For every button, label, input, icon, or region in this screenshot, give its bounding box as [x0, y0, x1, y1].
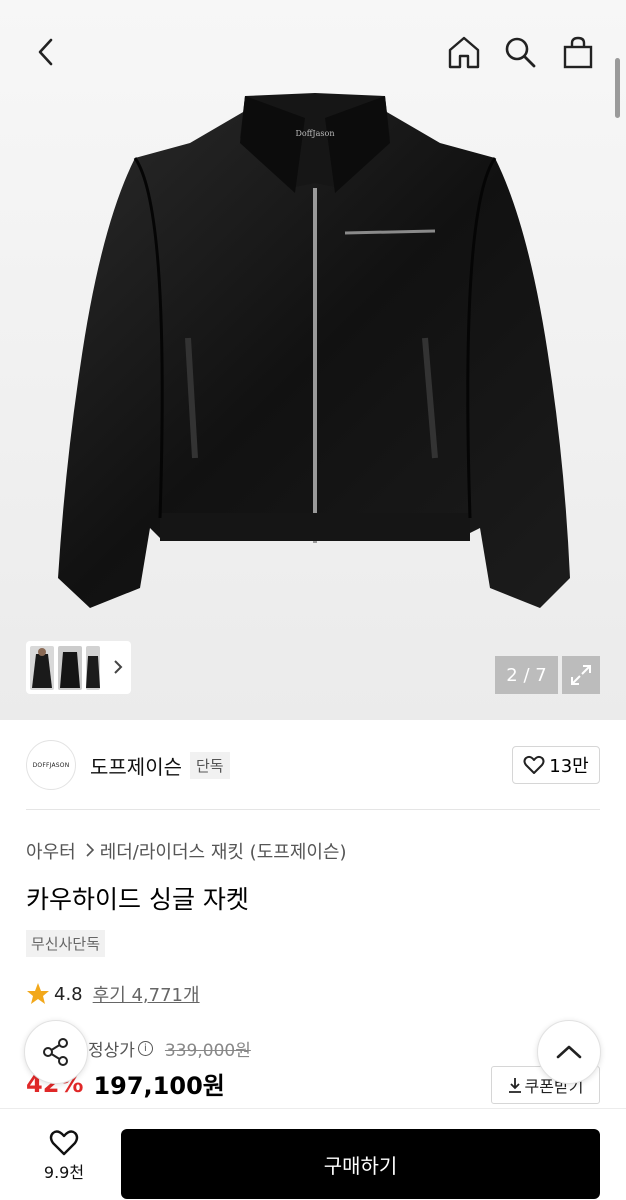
back-icon[interactable] — [28, 34, 64, 70]
rating-score: 4.8 — [54, 983, 83, 1005]
chevron-right-icon — [86, 841, 94, 862]
chevron-right-icon[interactable] — [113, 659, 123, 679]
thumbnail[interactable] — [30, 645, 54, 690]
breadcrumb-category[interactable]: 아우터 — [26, 838, 76, 864]
breadcrumb: 아우터 레더/라이더스 재킷 (도프제이슨) — [26, 838, 347, 864]
breadcrumb-subcategory[interactable]: 레더/라이더스 재킷 (도프제이슨) — [100, 838, 347, 864]
wishlist-button[interactable]: 9.9천 — [24, 1129, 104, 1189]
info-icon[interactable]: i — [137, 1041, 153, 1056]
heart-icon — [49, 1130, 79, 1156]
star-icon — [27, 983, 49, 1004]
scroll-top-button[interactable] — [537, 1020, 601, 1084]
rating-row[interactable]: 4.8 후기 4,771개 — [26, 981, 200, 1007]
exclusive-tag: 무신사단독 — [26, 930, 106, 957]
thumbnail[interactable] — [86, 645, 100, 690]
product-image[interactable]: DoffJason — [40, 88, 586, 628]
original-price-row: 정상가 i 339,000원 — [88, 1036, 251, 1061]
buy-button[interactable]: 구매하기 — [121, 1129, 600, 1199]
product-title: 카우하이드 싱글 자켓 — [26, 885, 249, 914]
wishlist-count: 9.9천 — [43, 1163, 85, 1182]
brand-name[interactable]: 도프제이슨 — [90, 751, 182, 780]
scrollbar[interactable] — [615, 58, 620, 118]
image-counter: 2 / 7 — [495, 656, 558, 694]
review-count-link[interactable]: 후기 4,771개 — [93, 981, 200, 1007]
original-price: 339,000원 — [164, 1041, 251, 1061]
brand-like-button[interactable]: 13만 — [512, 746, 600, 784]
search-icon[interactable] — [500, 32, 540, 72]
share-button[interactable] — [24, 1020, 88, 1084]
expand-icon[interactable] — [562, 656, 600, 694]
like-count: 13만 — [549, 756, 589, 777]
thumbnail[interactable] — [58, 645, 82, 690]
bottom-action-bar: 9.9천 구매하기 — [0, 1108, 626, 1200]
home-icon[interactable] — [444, 32, 484, 72]
price-label: 정상가 — [88, 1041, 135, 1061]
exclusive-badge: 단독 — [190, 751, 230, 779]
thumbnail-strip[interactable] — [26, 641, 131, 694]
download-icon — [508, 1078, 521, 1093]
brand-row[interactable]: DOFFJASON 도프제이슨 단독 13만 — [26, 740, 600, 790]
sale-price: 197,100원 — [93, 1072, 225, 1100]
share-icon — [43, 1038, 68, 1066]
brand-logo[interactable]: DOFFJASON — [26, 740, 76, 790]
jacket-label: DoffJason — [296, 129, 335, 138]
divider — [26, 809, 600, 810]
product-gallery[interactable]: DoffJason 2 / 7 — [0, 0, 626, 720]
bag-icon[interactable] — [558, 32, 598, 72]
top-navigation — [0, 0, 626, 100]
heart-icon — [523, 755, 545, 774]
chevron-up-icon — [556, 1045, 582, 1059]
